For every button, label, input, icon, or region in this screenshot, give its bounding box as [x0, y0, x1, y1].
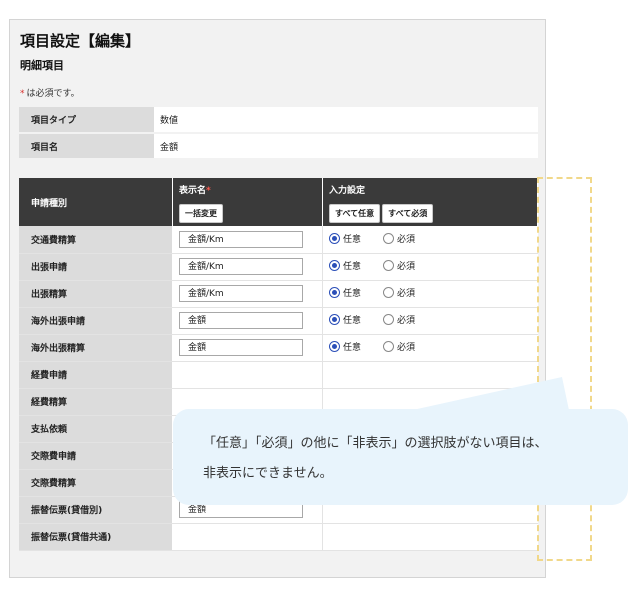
- table-row: 交通費精算 金額/Km 任意 必須: [19, 226, 538, 254]
- request-type-cell: 振替伝票(貸借共通): [19, 523, 173, 551]
- display-name-input[interactable]: 金額: [179, 312, 303, 329]
- table-row: 海外出張精算 金額 任意 必須: [19, 334, 538, 362]
- display-name-cell: 金額: [172, 307, 323, 335]
- bulk-change-button[interactable]: 一括変更: [179, 203, 223, 223]
- request-type-cell: 交際費精算: [19, 469, 173, 497]
- request-type-cell: 交際費申請: [19, 442, 173, 470]
- optional-radio[interactable]: 任意: [329, 313, 361, 326]
- input-setting-cell: [322, 523, 538, 551]
- radio-circle-icon: [329, 287, 340, 298]
- radio-label: 必須: [397, 289, 416, 299]
- required-mark: *: [20, 89, 25, 99]
- radio-circle-icon: [329, 314, 340, 325]
- display-name-input[interactable]: 金額/Km: [179, 230, 303, 248]
- request-type-cell: 出張申請: [19, 253, 173, 281]
- info-row: 項目タイプ 数値: [19, 107, 538, 134]
- required-radio[interactable]: 必須: [383, 259, 415, 272]
- table-row: 出張申請 金額/Km 任意 必須: [19, 253, 538, 281]
- all-required-button[interactable]: すべて必須: [382, 203, 434, 223]
- input-setting-column-header: 入力設定: [322, 178, 538, 200]
- display-name-cell: [172, 523, 323, 551]
- radio-label: 必須: [397, 234, 416, 245]
- table-row: 出張精算 金額/Km 任意 必須: [19, 280, 538, 308]
- required-mark: *: [206, 185, 211, 196]
- request-type-cell: 振替伝票(貸借別): [19, 496, 173, 524]
- info-value: 金額: [154, 133, 538, 160]
- callout-text: 「任意」「必須」の他に「非表示」の選択肢がない項目は、 非表示にできません。: [203, 429, 623, 489]
- table-row: 海外出張申請 金額 任意 必須: [19, 307, 538, 335]
- required-radio[interactable]: 必須: [383, 232, 415, 245]
- display-name-header-text: 表示名: [179, 185, 207, 196]
- callout-bubble: 「任意」「必須」の他に「非表示」の選択肢がない項目は、 非表示にできません。: [173, 409, 628, 505]
- type-column-header: 申請種別: [19, 178, 173, 226]
- info-value: 数値: [154, 107, 538, 134]
- radio-circle-icon: [329, 260, 340, 271]
- info-row: 項目名 金額: [19, 133, 538, 160]
- display-name-column-header: 表示名*: [172, 178, 323, 200]
- optional-radio[interactable]: 任意: [329, 340, 361, 353]
- request-type-cell: 経費申請: [19, 361, 173, 389]
- page-title: 項目設定【編集】: [20, 32, 141, 50]
- display-name-cell: [172, 361, 323, 389]
- display-name-input[interactable]: 金額/Km: [179, 258, 303, 275]
- radio-circle-icon: [329, 341, 340, 352]
- table-header-row: 申請種別 表示名* 入力設定: [19, 178, 538, 226]
- radio-circle-icon: [383, 232, 395, 244]
- input-setting-cell: 任意 必須: [322, 253, 538, 281]
- display-name-input[interactable]: 金額: [179, 339, 303, 356]
- required-radio[interactable]: 必須: [383, 286, 415, 299]
- display-name-input[interactable]: 金額/Km: [179, 285, 303, 302]
- required-note-text: は必須です。: [26, 89, 80, 99]
- radio-label: 任意: [343, 343, 362, 353]
- optional-radio[interactable]: 任意: [329, 286, 361, 299]
- required-radio[interactable]: 必須: [383, 340, 415, 353]
- radio-circle-icon: [383, 341, 395, 352]
- input-setting-actions: すべて任意 すべて必須: [322, 200, 538, 226]
- request-type-cell: 出張精算: [19, 280, 173, 308]
- info-label: 項目名: [19, 133, 154, 160]
- input-setting-cell: 任意 必須: [322, 334, 538, 362]
- radio-label: 任意: [343, 289, 362, 299]
- radio-label: 必須: [397, 262, 416, 272]
- callout-line: 非表示にできません。: [203, 466, 333, 481]
- radio-label: 任意: [343, 316, 362, 326]
- display-name-cell: 金額: [172, 334, 323, 362]
- required-note: * は必須です。: [20, 86, 80, 99]
- request-type-cell: 海外出張精算: [19, 334, 173, 362]
- input-setting-cell: 任意 必須: [322, 280, 538, 308]
- item-info-table: 項目タイプ 数値 項目名 金額: [19, 107, 538, 160]
- optional-radio[interactable]: 任意: [329, 232, 361, 245]
- info-label: 項目タイプ: [19, 107, 154, 134]
- optional-radio[interactable]: 任意: [329, 259, 361, 272]
- radio-label: 任意: [343, 234, 362, 245]
- radio-label: 必須: [397, 343, 416, 353]
- radio-circle-icon: [383, 260, 395, 271]
- callout-line: 「任意」「必須」の他に「非表示」の選択肢がない項目は、: [203, 436, 548, 451]
- radio-circle-icon: [383, 287, 395, 298]
- input-setting-cell: 任意 必須: [322, 226, 538, 254]
- section-subtitle: 明細項目: [20, 59, 64, 72]
- display-name-cell: 金額/Km: [172, 280, 323, 308]
- table-row: 振替伝票(貸借共通): [19, 523, 538, 551]
- radio-label: 必須: [397, 316, 416, 326]
- required-radio[interactable]: 必須: [383, 313, 415, 326]
- request-type-cell: 海外出張申請: [19, 307, 173, 335]
- display-name-actions: 一括変更: [172, 200, 323, 226]
- display-name-cell: 金額/Km: [172, 226, 323, 254]
- all-optional-button[interactable]: すべて任意: [329, 203, 381, 223]
- radio-label: 任意: [343, 262, 362, 272]
- radio-circle-icon: [383, 314, 395, 325]
- input-setting-cell: 任意 必須: [322, 307, 538, 335]
- request-type-cell: 経費精算: [19, 388, 173, 416]
- display-name-cell: 金額/Km: [172, 253, 323, 281]
- request-type-cell: 支払依頼: [19, 415, 173, 443]
- request-type-cell: 交通費精算: [19, 226, 173, 254]
- radio-circle-icon: [329, 232, 340, 244]
